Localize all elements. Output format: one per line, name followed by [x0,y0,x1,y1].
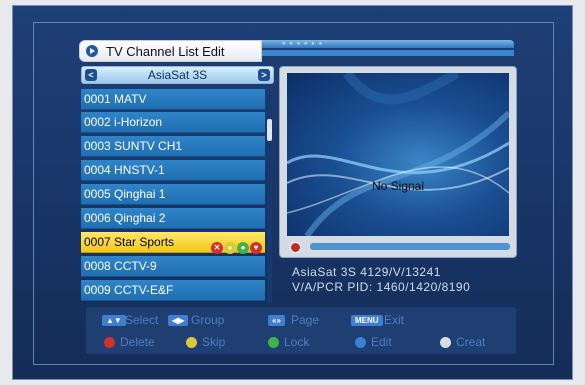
chevron-right-icon[interactable]: > [258,69,270,81]
wave-background [287,73,509,236]
page-key-icon: «» [268,315,285,326]
channel-row[interactable]: 0006 Qinghai 2 [81,208,265,229]
channel-row[interactable]: 0004 HNSTV-1 [81,160,265,181]
channel-row[interactable]: 0003 SUNTV CH1 [81,136,265,157]
channel-row-selected[interactable]: 0007 Star Sports ✕» ● ♥ [81,232,265,254]
page-title: TV Channel List Edit [106,44,225,59]
record-icon [290,242,301,253]
channel-row[interactable]: 0002 i-Horizon [81,112,265,133]
video-preview: No Signal [279,66,517,258]
channel-row[interactable]: 0008 CCTV-9 [81,256,265,277]
channel-label: 0006 Qinghai 2 [84,211,166,225]
help-skip: Skip [202,335,226,349]
help-creat: Creat [456,335,486,349]
green-button-icon [268,337,279,348]
channel-label: 0002 i-Horizon [84,115,163,129]
channel-flags: ✕» ● ♥ [210,236,262,254]
red-button-icon [104,337,115,348]
lock-mark-icon: ● [237,242,249,254]
preview-status-bar [310,243,510,250]
channel-label: 0008 CCTV-9 [84,259,157,273]
left-right-key-icon: ◀▶ [168,315,189,326]
channel-label: 0009 CCTV-E&F [84,283,174,297]
pid-info: V/A/PCR PID: 1460/1420/8190 [292,280,471,294]
white-button-icon [440,337,451,348]
channel-label: 0004 HNSTV-1 [84,163,165,177]
up-down-key-icon: ▲▼ [102,315,126,326]
help-exit: Exit [384,313,405,327]
help-lock: Lock [284,335,310,349]
delete-mark-icon: ✕ [211,242,223,254]
channel-scrollbar[interactable] [267,89,272,303]
preview-window: No Signal [287,73,509,236]
channel-label: 0003 SUNTV CH1 [84,139,183,153]
channel-label: 0005 Qinghai 1 [84,187,166,201]
decor-dots: ● ● ● ● ● ● [282,41,324,47]
help-delete: Delete [120,335,155,349]
menu-key-icon: MENU [351,315,383,326]
play-icon [86,45,98,57]
blue-button-icon [355,337,366,348]
title-bar: TV Channel List Edit [79,40,262,62]
channel-row[interactable]: 0005 Qinghai 1 [81,184,265,205]
channel-row[interactable]: 0001 MATV [81,89,265,110]
transponder-info: AsiaSat 3S 4129/V/13241 [292,265,441,279]
help-page: Page [291,313,320,327]
skip-mark-icon: » [224,242,236,254]
scroll-thumb[interactable] [267,119,272,141]
channel-row[interactable]: 0009 CCTV-E&F [81,280,265,301]
yellow-button-icon [186,337,197,348]
channel-label: 0001 MATV [84,92,147,106]
channel-label: 0007 Star Sports [84,235,175,249]
satellite-selector[interactable]: < AsiaSat 3S > [81,66,274,84]
help-edit: Edit [371,335,392,349]
help-select: Select [125,313,159,327]
satellite-name: AsiaSat 3S [147,68,208,82]
title-bar-extension: ● ● ● ● ● ● [262,40,514,62]
signal-status: No Signal [371,179,425,193]
help-group: Group [191,313,225,327]
favorite-mark-icon: ♥ [250,242,262,254]
